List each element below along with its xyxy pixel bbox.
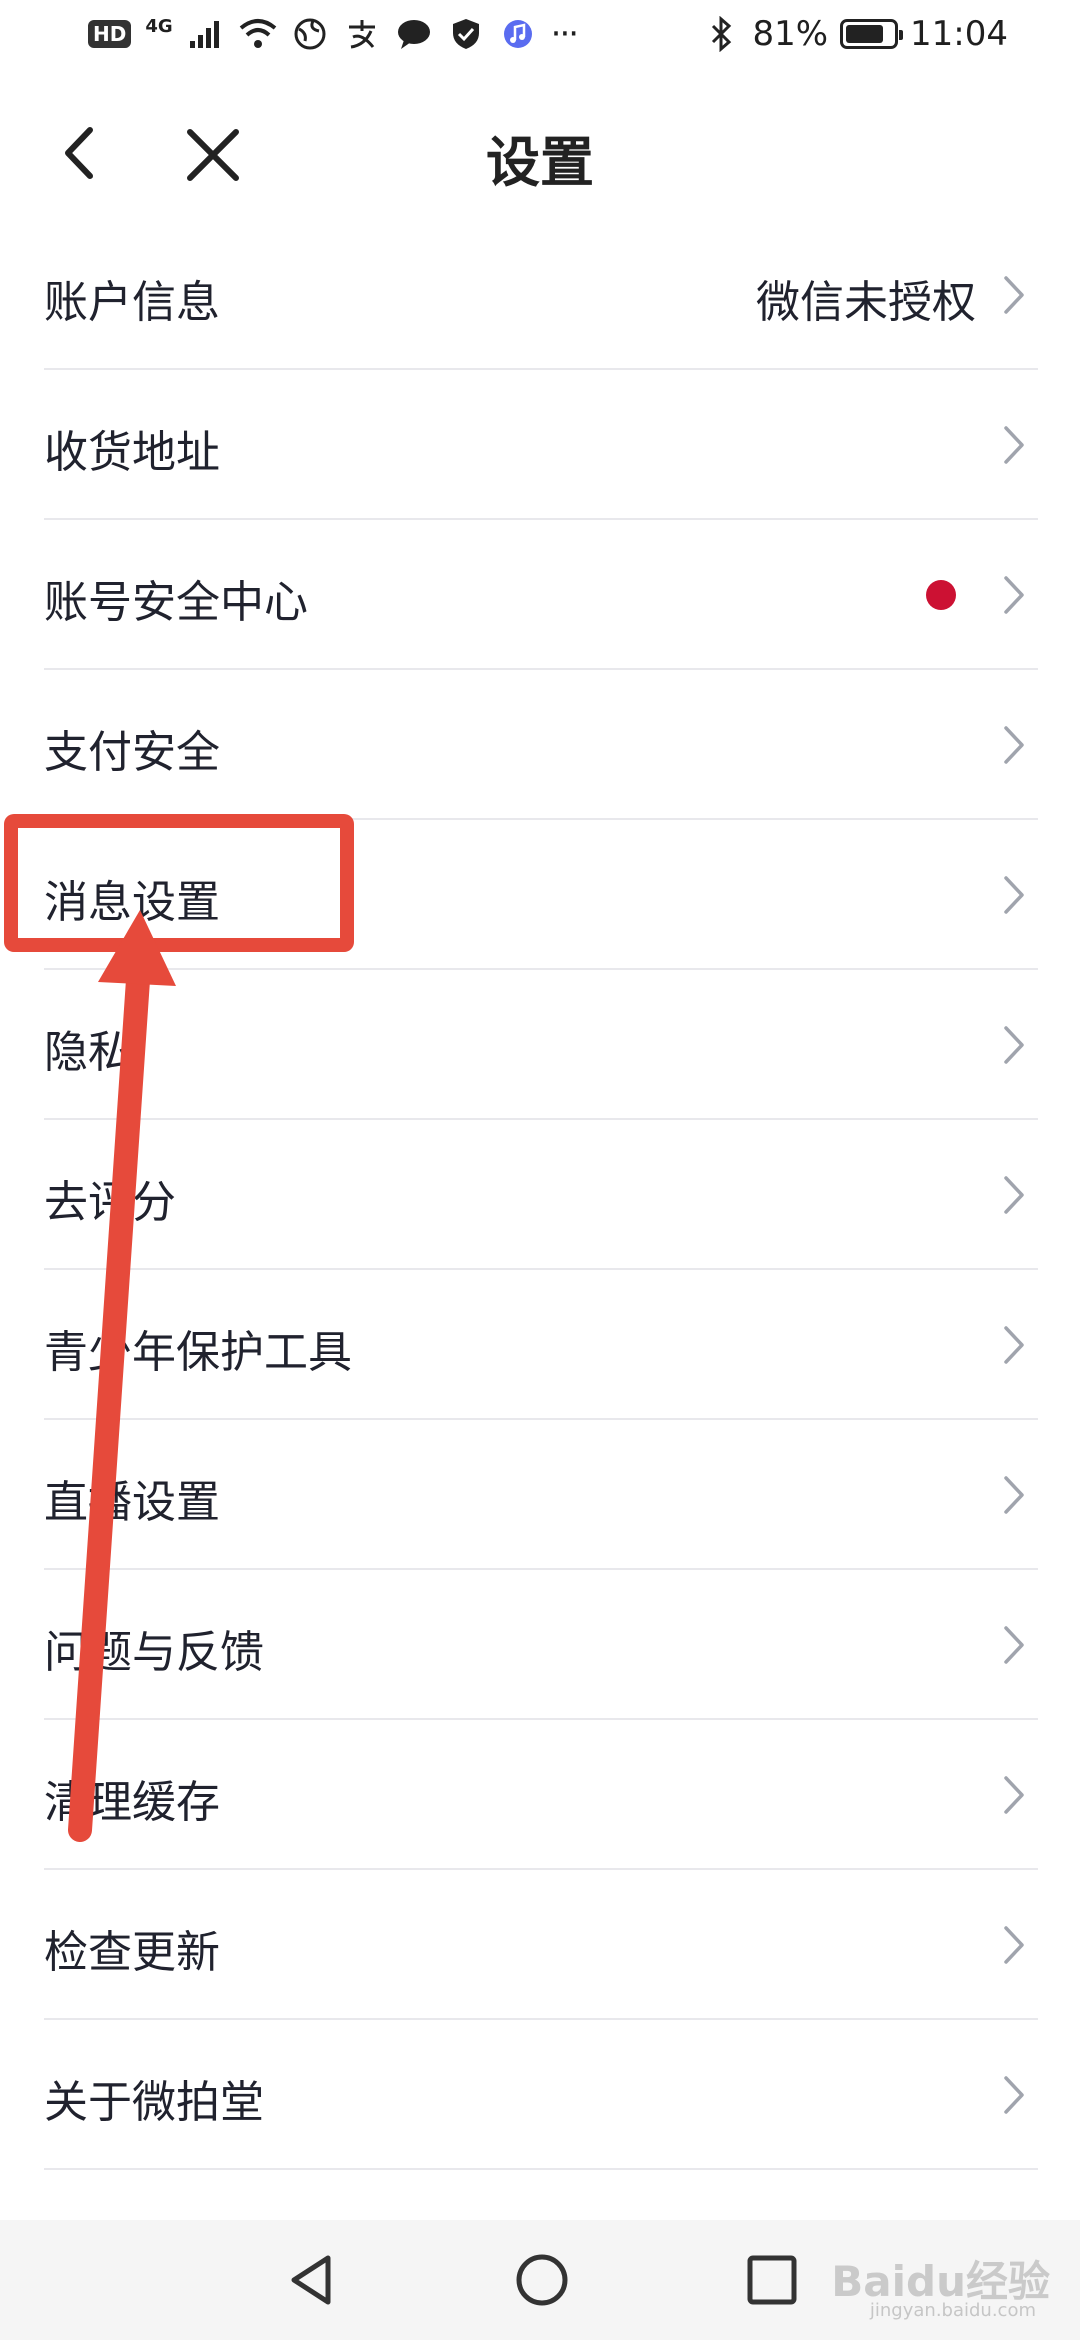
- settings-row-label: 问题与反馈: [44, 1627, 264, 1678]
- chat-bubble-icon: [395, 15, 433, 53]
- system-nav-bar: Baidu经验 jingyan.baidu.com: [0, 2220, 1080, 2340]
- chevron-right-icon: [1004, 876, 1024, 914]
- settings-row[interactable]: 青少年保护工具: [0, 1270, 1080, 1420]
- settings-row-label: 清理缓存: [44, 1777, 220, 1828]
- system-recent-button[interactable]: [742, 2250, 802, 2310]
- settings-row-label: 直播设置: [44, 1477, 220, 1528]
- wifi-icon: [239, 15, 277, 53]
- alipay-icon: [343, 15, 381, 53]
- settings-row[interactable]: 关于微拍堂: [0, 2020, 1080, 2170]
- settings-row-label: 检查更新: [44, 1927, 220, 1978]
- settings-row-label: 青少年保护工具: [44, 1327, 352, 1378]
- triangle-back-icon: [291, 2255, 331, 2305]
- settings-row-label: 隐私: [44, 1027, 132, 1078]
- hd-badge: HD: [88, 20, 132, 48]
- music-app-icon: [499, 15, 537, 53]
- notification-dot: [926, 580, 956, 610]
- globe-icon: [291, 15, 329, 53]
- chevron-right-icon: [1004, 1026, 1024, 1064]
- settings-row-label: 去评分: [44, 1177, 176, 1228]
- settings-row[interactable]: 去评分: [0, 1120, 1080, 1270]
- clock: 11:04: [910, 14, 1008, 54]
- highlight-box: [4, 814, 354, 952]
- chevron-right-icon: [1004, 2076, 1024, 2114]
- settings-row-label: 支付安全: [44, 727, 220, 778]
- header: 设置: [0, 80, 1080, 220]
- battery-icon: [840, 19, 904, 49]
- settings-row[interactable]: 账号安全中心: [0, 520, 1080, 670]
- settings-row-value: 微信未授权: [756, 277, 976, 328]
- more-notifications-icon: ···: [550, 14, 579, 54]
- settings-row[interactable]: 收货地址: [0, 370, 1080, 520]
- signal-icon: [187, 15, 225, 53]
- chevron-right-icon: [1004, 1626, 1024, 1664]
- settings-row[interactable]: 问题与反馈: [0, 1570, 1080, 1720]
- settings-row[interactable]: 清理缓存: [0, 1720, 1080, 1870]
- status-left: HD 4G ···: [88, 14, 579, 54]
- system-back-button[interactable]: [282, 2250, 342, 2310]
- chevron-right-icon: [1004, 1176, 1024, 1214]
- settings-row[interactable]: 支付安全: [0, 670, 1080, 820]
- settings-row-label: 关于微拍堂: [44, 2077, 264, 2128]
- settings-row[interactable]: 检查更新: [0, 1870, 1080, 2020]
- chevron-right-icon: [1004, 1476, 1024, 1514]
- circle-home-icon: [516, 2254, 568, 2306]
- battery-fill: [846, 25, 884, 43]
- settings-row-label: 账号安全中心: [44, 577, 308, 628]
- status-bar: HD 4G ··· 81% 11:04: [0, 0, 1080, 80]
- watermark-url: jingyan.baidu.com: [869, 2300, 1036, 2321]
- shield-check-icon: [447, 15, 485, 53]
- square-recent-icon: [747, 2255, 797, 2305]
- chevron-right-icon: [1004, 726, 1024, 764]
- settings-row[interactable]: 直播设置: [0, 1420, 1080, 1570]
- settings-row[interactable]: 隐私: [0, 970, 1080, 1120]
- settings-row[interactable]: 账户信息 微信未授权: [0, 220, 1080, 370]
- status-right: 81% 11:04: [702, 14, 1008, 54]
- bluetooth-icon: [702, 15, 740, 53]
- battery-percent: 81%: [752, 14, 829, 54]
- chevron-right-icon: [1004, 1776, 1024, 1814]
- chevron-right-icon: [1004, 1926, 1024, 1964]
- chevron-right-icon: [1004, 576, 1024, 614]
- chevron-right-icon: [1004, 1326, 1024, 1364]
- chevron-right-icon: [1004, 276, 1024, 314]
- settings-row-label: 收货地址: [44, 427, 220, 478]
- settings-list: 账户信息 微信未授权 收货地址 账号安全中心 支付安全 消息设置 隐私 去评分 青少年保护工具直…: [0, 220, 1080, 2320]
- chevron-right-icon: [1004, 426, 1024, 464]
- page-title: 设置: [486, 131, 594, 194]
- system-home-button[interactable]: [512, 2250, 572, 2310]
- settings-row-label: 账户信息: [44, 277, 220, 328]
- network-type: 4G: [145, 16, 173, 37]
